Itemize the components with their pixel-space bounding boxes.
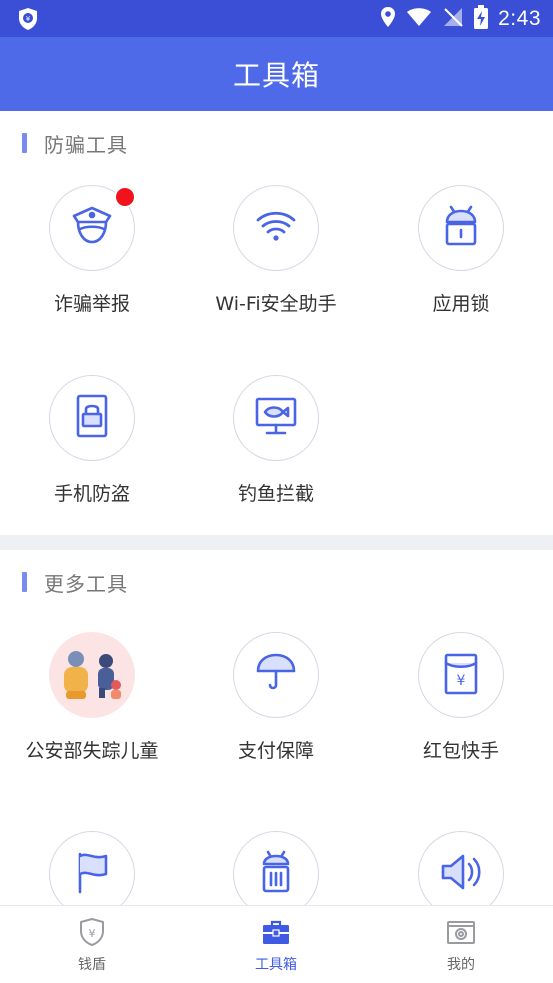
section-divider xyxy=(0,535,553,550)
status-bar: ¥ 2:43 xyxy=(0,0,553,37)
tool-icon-circle xyxy=(49,185,136,271)
speaker-icon xyxy=(437,848,485,900)
umbrella-icon xyxy=(252,649,300,701)
nav-label: 我的 xyxy=(447,957,475,973)
tool-payment-protection[interactable]: 支付保障 xyxy=(184,632,368,763)
clock: 2:43 xyxy=(498,6,541,30)
anti-fraud-tools-section: 防骗工具 诈骗举报 Wi-Fi安全助手 应用锁 手机防盗 钓鱼拦截 xyxy=(0,111,553,535)
tool-icon-circle xyxy=(233,632,319,718)
shield-app-icon: ¥ xyxy=(16,7,40,31)
tool-anti-theft[interactable]: 手机防盗 xyxy=(0,375,184,506)
nav-label: 钱盾 xyxy=(78,957,106,973)
tool-icon-circle xyxy=(49,632,135,718)
nav-item-mine[interactable]: 我的 xyxy=(369,906,553,983)
svg-text:¥: ¥ xyxy=(457,673,466,689)
profile-card-icon xyxy=(445,916,477,948)
tool-label: 红包快手 xyxy=(422,740,499,762)
section-header: 防骗工具 xyxy=(22,129,128,157)
app-bar: 工具箱 xyxy=(0,37,553,111)
tool-label: 手机防盗 xyxy=(53,483,130,505)
section-header: 更多工具 xyxy=(22,568,128,596)
missing-children-illustration xyxy=(52,633,132,717)
tool-label: 诈骗举报 xyxy=(53,293,130,315)
tool-label: 公安部失踪儿童 xyxy=(25,740,159,762)
section-title: 防骗工具 xyxy=(44,132,128,157)
wifi-icon xyxy=(252,202,300,254)
tool-flag[interactable] xyxy=(0,831,184,905)
tool-icon-circle xyxy=(49,375,135,461)
section-bar xyxy=(22,133,27,153)
flag-icon xyxy=(68,848,116,900)
tool-label: Wi-Fi安全助手 xyxy=(215,293,337,315)
page-title: 工具箱 xyxy=(232,59,320,92)
police-officer-icon xyxy=(68,202,116,254)
tool-icon-circle xyxy=(233,185,319,271)
tool-label: 应用锁 xyxy=(432,293,490,315)
tool-missing-children[interactable]: 公安部失踪儿童 xyxy=(0,632,184,763)
tool-icon-circle xyxy=(233,375,319,461)
tool-icon-circle xyxy=(233,831,319,905)
android-lock-icon xyxy=(437,202,485,254)
tool-speaker[interactable] xyxy=(369,831,553,905)
battery-charging-icon xyxy=(474,4,489,33)
location-icon xyxy=(380,6,396,32)
tool-app-lock[interactable]: 应用锁 xyxy=(369,185,553,316)
bottom-navigation: ¥ 钱盾 工具箱 我的 xyxy=(0,905,553,983)
tool-icon-circle xyxy=(49,831,135,905)
tool-phishing-block[interactable]: 钓鱼拦截 xyxy=(184,375,368,506)
svg-text:¥: ¥ xyxy=(89,927,96,940)
tool-fraud-report[interactable]: 诈骗举报 xyxy=(0,185,184,316)
tool-icon-circle xyxy=(418,831,504,905)
nav-label: 工具箱 xyxy=(255,957,297,973)
tool-red-envelope[interactable]: ¥ 红包快手 xyxy=(369,632,553,763)
cell-signal-icon xyxy=(442,6,464,32)
tool-label: 支付保障 xyxy=(237,740,314,762)
nav-item-qiandun[interactable]: ¥ 钱盾 xyxy=(0,906,184,983)
tool-icon-circle xyxy=(418,185,504,271)
tool-icon-circle: ¥ xyxy=(418,632,504,718)
red-envelope-yuan-icon: ¥ xyxy=(437,649,485,701)
nav-item-toolbox[interactable]: 工具箱 xyxy=(184,906,368,983)
phone-lock-icon xyxy=(68,392,116,444)
android-trash-icon xyxy=(252,848,300,900)
notification-badge xyxy=(114,186,136,208)
wifi-signal-icon xyxy=(406,7,432,31)
fish-monitor-icon xyxy=(252,392,300,444)
svg-text:¥: ¥ xyxy=(26,15,31,23)
section-bar xyxy=(22,572,27,592)
shield-yuan-icon: ¥ xyxy=(76,916,108,948)
tool-wifi-security[interactable]: Wi-Fi安全助手 xyxy=(184,185,368,316)
tool-cleanup[interactable] xyxy=(184,831,368,905)
section-title: 更多工具 xyxy=(44,571,128,596)
more-tools-section: 更多工具 公安部失踪儿童 支付保障 ¥ 红包快手 xyxy=(0,550,553,905)
toolbox-icon xyxy=(260,916,292,948)
tool-label: 钓鱼拦截 xyxy=(237,483,314,505)
